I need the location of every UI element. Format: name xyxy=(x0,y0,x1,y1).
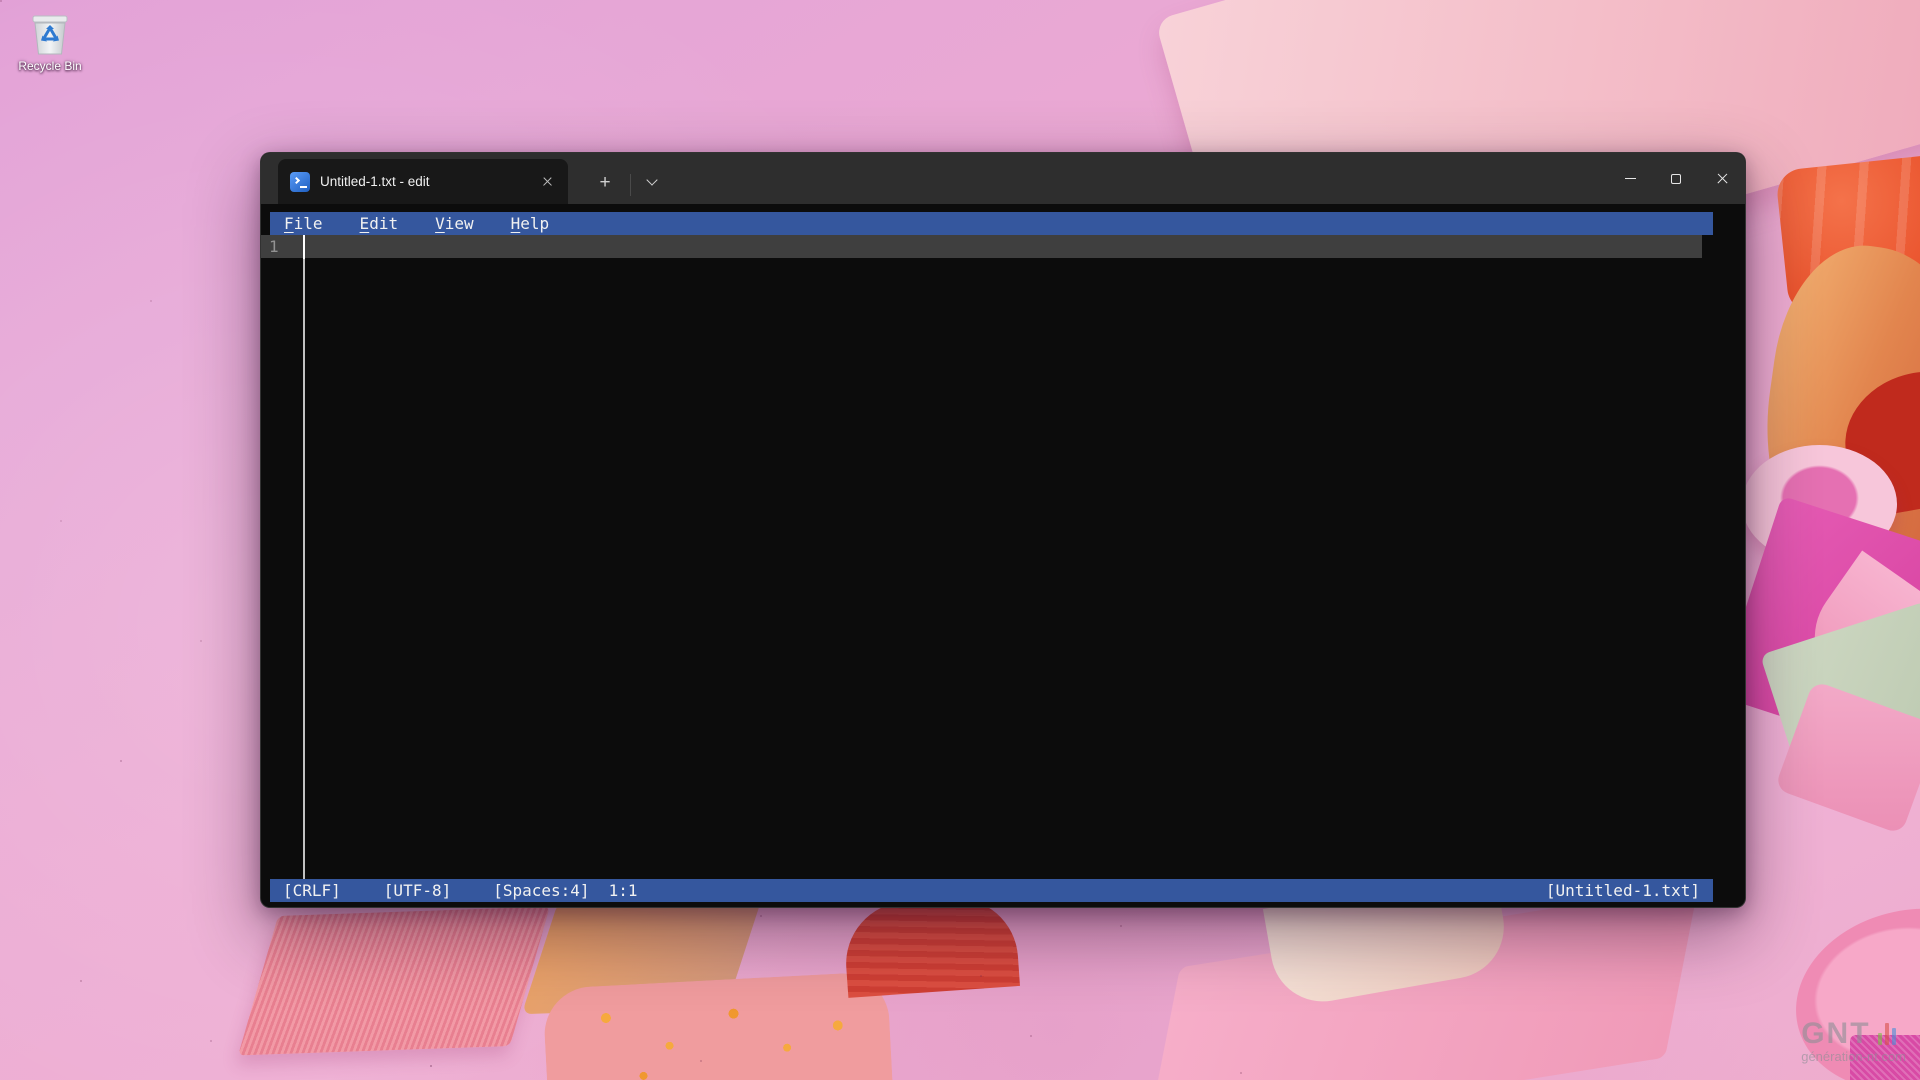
tab-close-button[interactable] xyxy=(534,169,560,195)
menu-file[interactable]: File xyxy=(284,214,323,233)
titlebar[interactable]: Untitled-1.txt - edit + xyxy=(261,153,1745,204)
wallpaper-shape-ribbed-block xyxy=(238,907,550,1056)
status-bar: [CRLF] [UTF-8] [Spaces:4] 1:1 [Untitled-… xyxy=(270,879,1713,902)
recycle-bin[interactable]: Recycle Bin xyxy=(10,8,90,73)
tab-untitled[interactable]: Untitled-1.txt - edit xyxy=(278,159,568,204)
close-icon xyxy=(542,176,553,187)
minimize-button[interactable] xyxy=(1607,153,1653,204)
window-controls xyxy=(1607,153,1745,204)
status-encoding[interactable]: [UTF-8] xyxy=(384,881,451,900)
maximize-icon xyxy=(1671,174,1681,184)
watermark-subtitle: génération-nt.com xyxy=(1801,1049,1906,1064)
terminal-window: Untitled-1.txt - edit + File Edit View H… xyxy=(260,152,1746,908)
menu-bar: File Edit View Help xyxy=(270,212,1713,235)
status-cursor-position[interactable]: 1:1 xyxy=(609,881,638,900)
desktop: Recycle Bin Untitled-1.txt - edit + xyxy=(0,0,1920,1080)
wallpaper-speckles xyxy=(0,0,2,2)
chevron-down-icon xyxy=(646,174,657,185)
tab-dropdown-button[interactable] xyxy=(633,163,671,201)
powershell-icon xyxy=(290,172,310,192)
close-button[interactable] xyxy=(1699,153,1745,204)
text-cursor xyxy=(303,235,305,879)
editor-area[interactable]: File Edit View Help 1 [CRLF] [UTF-8] [Sp… xyxy=(261,204,1745,907)
watermark-title: GNT xyxy=(1801,1021,1870,1047)
titlebar-divider xyxy=(630,174,631,196)
minimize-icon xyxy=(1625,178,1636,179)
menu-edit[interactable]: Edit xyxy=(360,214,399,233)
tab-title: Untitled-1.txt - edit xyxy=(320,174,534,189)
current-line-highlight: 1 xyxy=(261,235,1702,258)
wallpaper-shape-red-arch xyxy=(842,894,1020,998)
menu-view[interactable]: View xyxy=(435,214,474,233)
plus-icon: + xyxy=(599,173,610,192)
recycle-bin-label: Recycle Bin xyxy=(18,59,81,73)
close-icon xyxy=(1716,172,1729,185)
new-tab-button[interactable]: + xyxy=(586,163,624,201)
line-number: 1 xyxy=(261,237,279,256)
menu-help[interactable]: Help xyxy=(511,214,550,233)
maximize-button[interactable] xyxy=(1653,153,1699,204)
wallpaper-shape-blob xyxy=(542,971,893,1080)
status-indentation[interactable]: [Spaces:4] xyxy=(493,881,589,900)
watermark: GNT génération-nt.com xyxy=(1801,1021,1906,1064)
status-line-ending[interactable]: [CRLF] xyxy=(283,881,341,900)
watermark-bars-icon xyxy=(1878,1023,1896,1047)
recycle-bin-icon xyxy=(28,8,72,56)
status-filename: [Untitled-1.txt] xyxy=(1546,881,1700,900)
